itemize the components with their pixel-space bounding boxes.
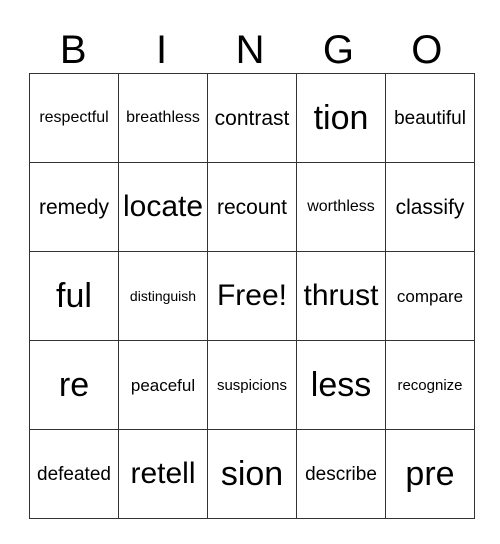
- bingo-cell[interactable]: thrust: [296, 251, 386, 341]
- bingo-cell[interactable]: breathless: [118, 73, 208, 163]
- bingo-cell[interactable]: re: [29, 340, 119, 430]
- bingo-cell[interactable]: pre: [385, 429, 475, 519]
- bingo-cell[interactable]: describe: [296, 429, 386, 519]
- bingo-cell[interactable]: compare: [385, 251, 475, 341]
- bingo-cell[interactable]: respectful: [29, 73, 119, 163]
- bingo-cell[interactable]: tion: [296, 73, 386, 163]
- bingo-cell[interactable]: sion: [207, 429, 297, 519]
- bingo-header: B I N G O: [29, 28, 471, 72]
- bingo-cell[interactable]: ful: [29, 251, 119, 341]
- header-letter-o: O: [411, 28, 443, 72]
- bingo-cell[interactable]: recognize: [385, 340, 475, 430]
- bingo-cell[interactable]: worthless: [296, 162, 386, 252]
- bingo-cell[interactable]: contrast: [207, 73, 297, 163]
- grid-row: defeated retell sion describe pre: [29, 429, 475, 519]
- bingo-grid: respectful breathless contrast tion beau…: [29, 73, 475, 519]
- bingo-cell free-space[interactable]: Free!: [207, 251, 297, 341]
- grid-row: respectful breathless contrast tion beau…: [29, 73, 475, 163]
- bingo-cell[interactable]: suspicions: [207, 340, 297, 430]
- bingo-cell[interactable]: peaceful: [118, 340, 208, 430]
- bingo-cell[interactable]: locate: [118, 162, 208, 252]
- header-letter-g: G: [322, 28, 354, 72]
- bingo-cell[interactable]: classify: [385, 162, 475, 252]
- header-letter-i: I: [156, 28, 168, 72]
- bingo-cell[interactable]: less: [296, 340, 386, 430]
- grid-row: re peaceful suspicions less recognize: [29, 340, 475, 430]
- grid-row: remedy locate recount worthless classify: [29, 162, 475, 252]
- bingo-cell[interactable]: remedy: [29, 162, 119, 252]
- grid-row: ful distinguish Free! thrust compare: [29, 251, 475, 341]
- bingo-cell[interactable]: beautiful: [385, 73, 475, 163]
- header-letter-b: B: [59, 28, 87, 72]
- bingo-cell[interactable]: retell: [118, 429, 208, 519]
- header-letter-n: N: [235, 28, 265, 72]
- bingo-cell[interactable]: defeated: [29, 429, 119, 519]
- bingo-cell[interactable]: distinguish: [118, 251, 208, 341]
- bingo-cell[interactable]: recount: [207, 162, 297, 252]
